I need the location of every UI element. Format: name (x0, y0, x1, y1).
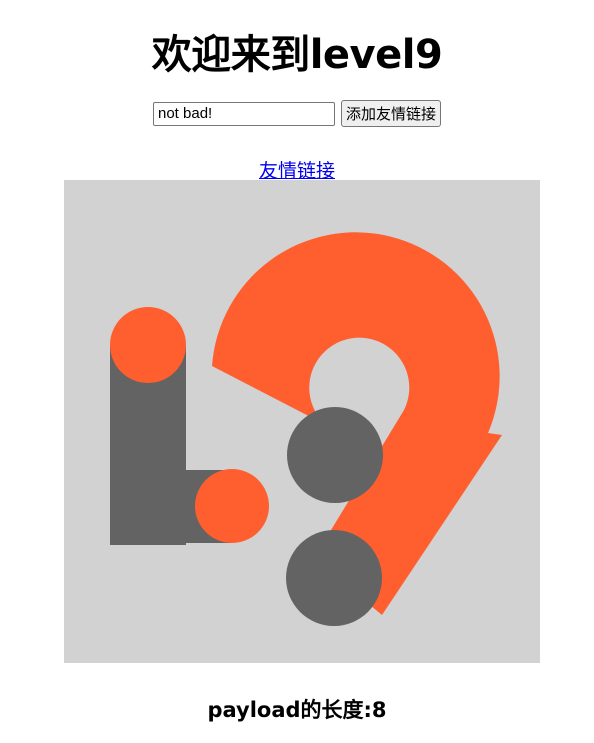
level9-logo-image (64, 180, 540, 663)
keyword-input[interactable] (152, 101, 335, 126)
page: 欢迎来到level9 添加友情链接 友情链接 payload的长度:8 (0, 0, 594, 743)
friend-link[interactable]: 友情链接 (259, 160, 335, 182)
add-link-button[interactable]: 添加友情链接 (340, 100, 441, 127)
friend-link-container: 友情链接 (0, 156, 594, 183)
payload-length-text: payload的长度:8 (207, 698, 387, 722)
page-title: 欢迎来到level9 (151, 32, 443, 78)
link-form: 添加友情链接 (0, 100, 594, 127)
